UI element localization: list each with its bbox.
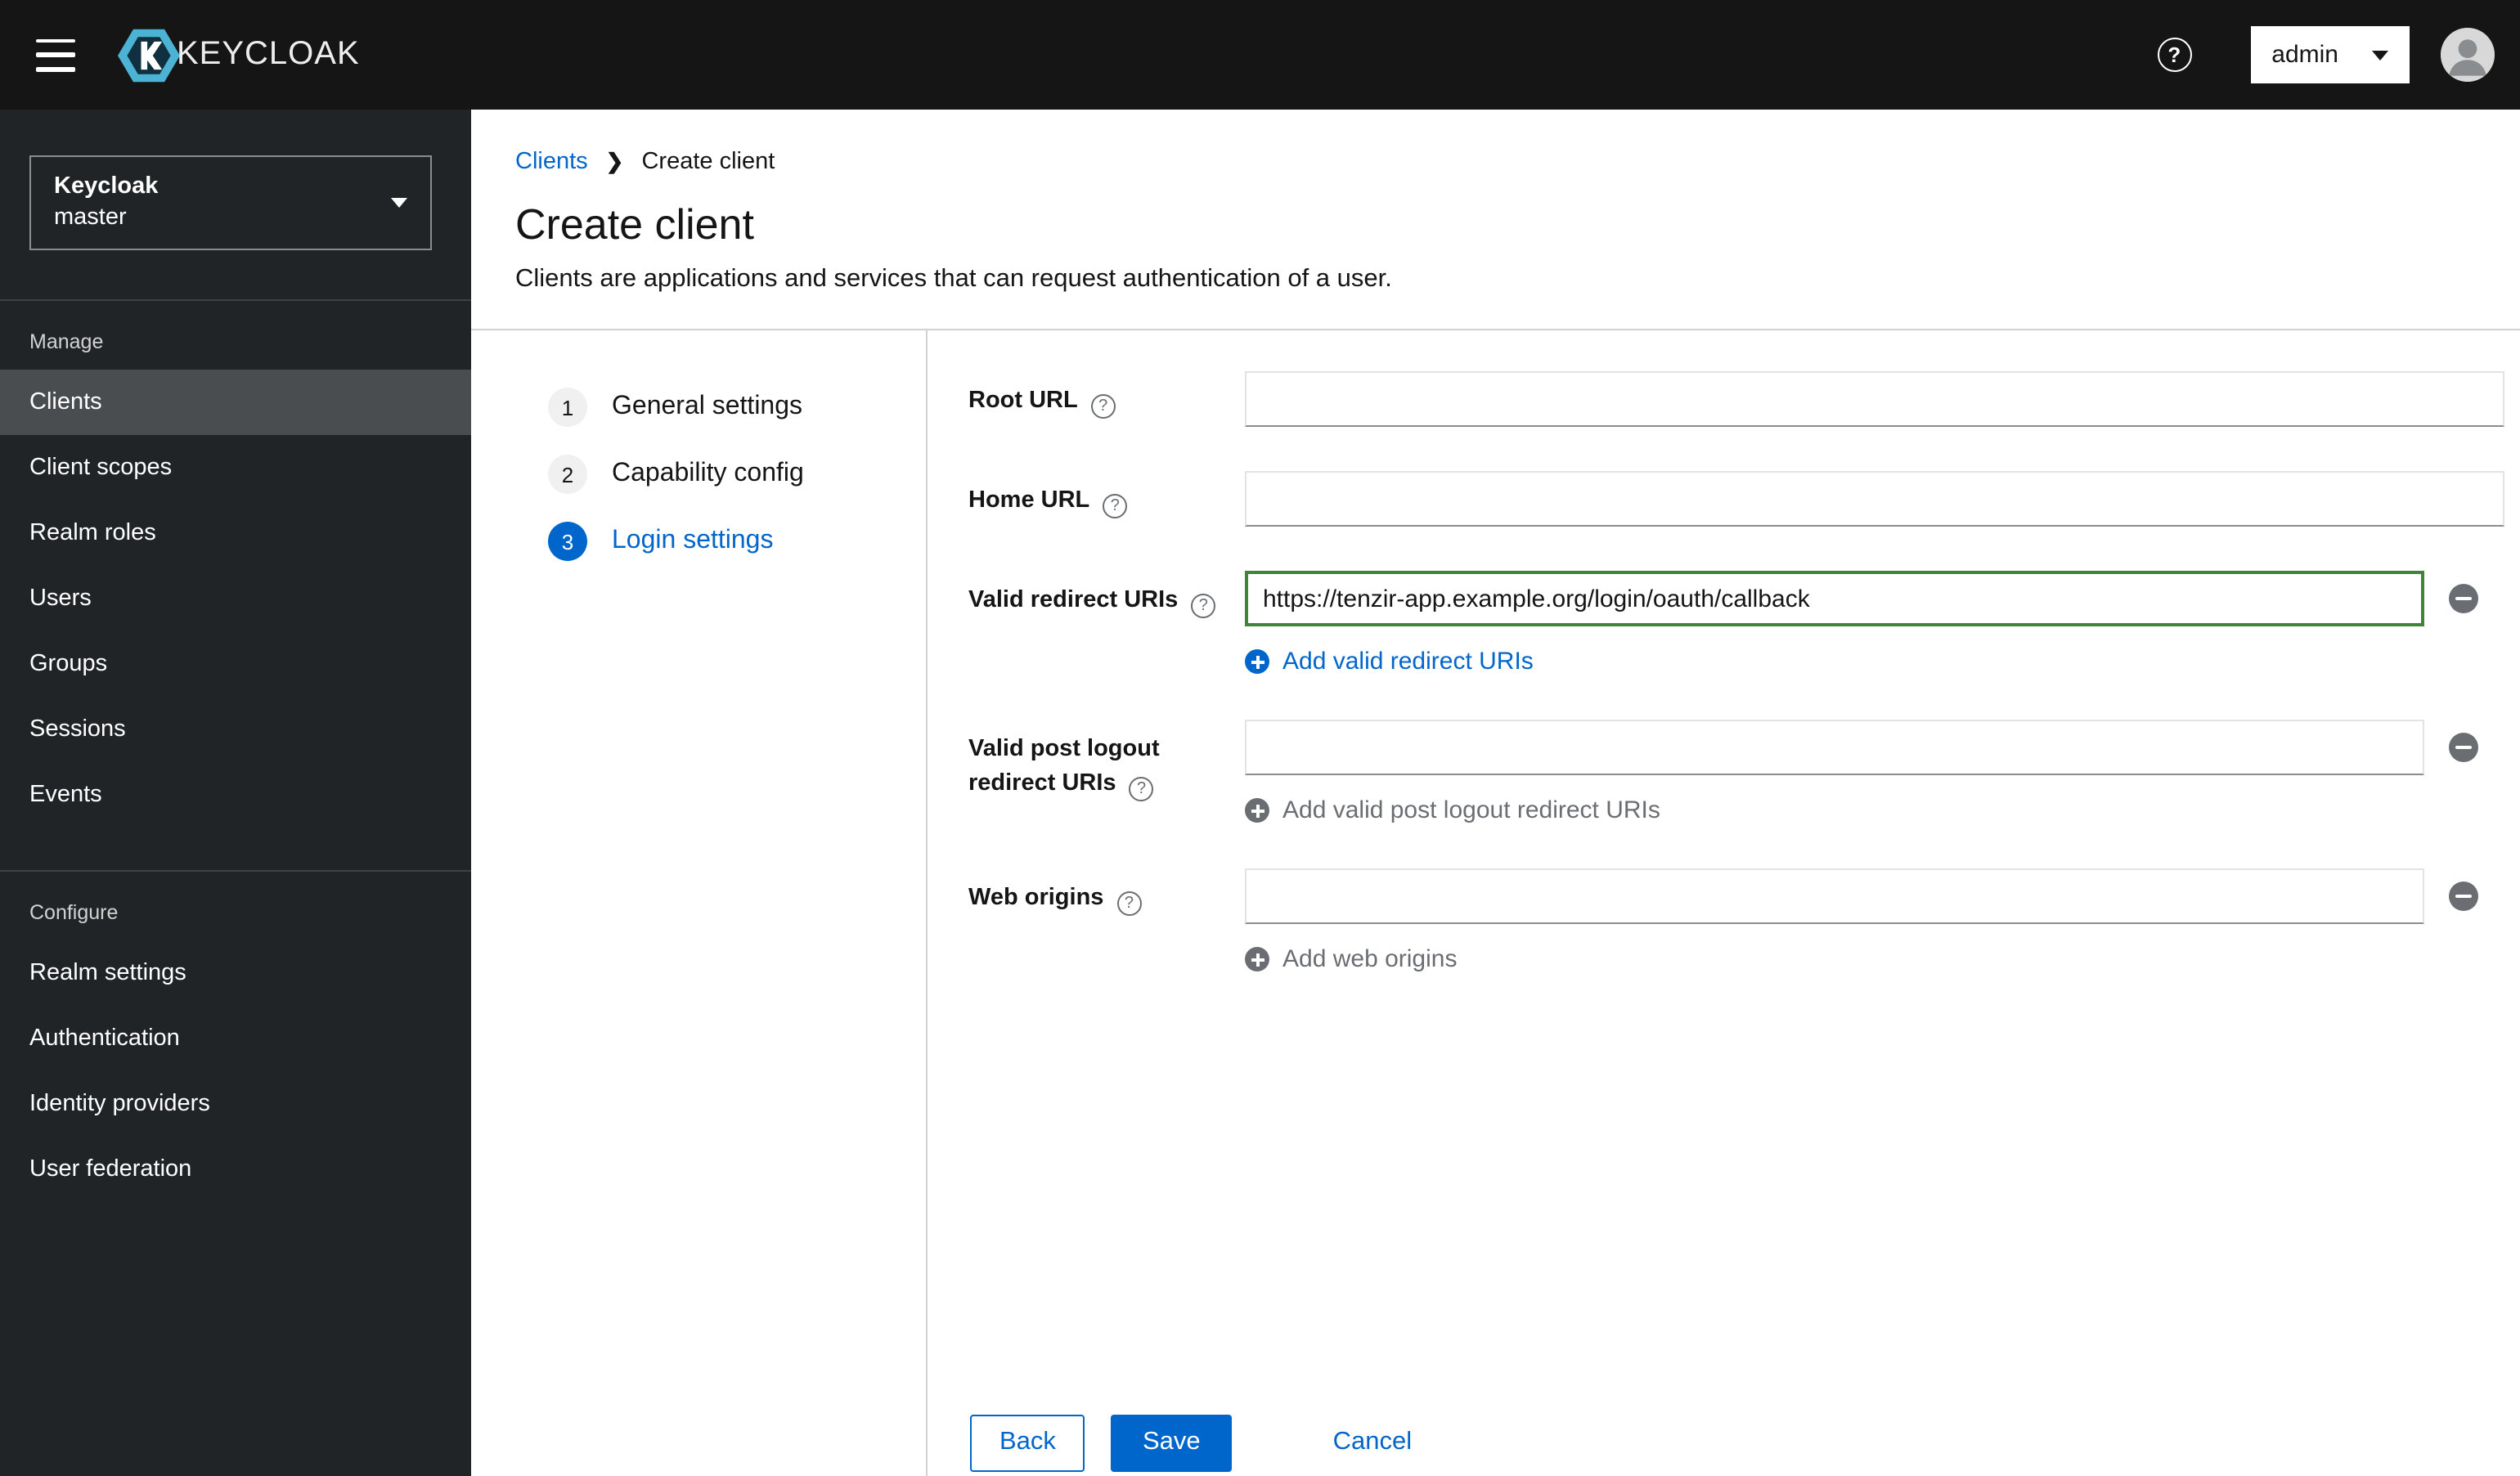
sidebar-item-events[interactable]: Events: [0, 762, 471, 828]
hamburger-menu-icon[interactable]: [36, 38, 75, 71]
help-icon[interactable]: ?: [1129, 777, 1154, 801]
form-row-root-url: Root URL?: [968, 371, 2507, 427]
sidebar-item-realm-settings[interactable]: Realm settings: [0, 940, 471, 1006]
realm-selector-title: Keycloak: [54, 173, 159, 200]
step-label: General settings: [612, 393, 803, 420]
masthead-toolbar: ? admin: [2157, 26, 2494, 83]
realm-selector[interactable]: Keycloak master: [29, 155, 432, 250]
help-icon[interactable]: ?: [1103, 494, 1128, 518]
sidebar-item-client-scopes[interactable]: Client scopes: [0, 435, 471, 500]
step-number-badge: 3: [548, 522, 587, 561]
form-row-home-url: Home URL?: [968, 471, 2507, 527]
main-content: Clients ❯ Create client Create client Cl…: [471, 110, 2520, 1476]
sidebar-item-authentication[interactable]: Authentication: [0, 1006, 471, 1071]
keycloak-logo: KEYCLOAK: [118, 27, 360, 83]
home-url-input[interactable]: [1245, 471, 2504, 527]
add-web-origin-button[interactable]: Add web origins: [1245, 945, 1457, 973]
remove-post-logout-uri-button[interactable]: [2449, 733, 2478, 762]
sidebar-heading-manage: Manage: [29, 330, 104, 353]
form-row-valid-redirect-uris: Valid redirect URIs? Add valid redirect …: [968, 571, 2507, 675]
step-number-badge: 2: [548, 455, 587, 494]
page-title: Create client: [515, 200, 754, 249]
chevron-right-icon: ❯: [605, 149, 624, 173]
sidebar-item-sessions[interactable]: Sessions: [0, 697, 471, 762]
root-url-label: Root URL?: [968, 388, 1116, 419]
sidebar-item-groups[interactable]: Groups: [0, 631, 471, 697]
form-row-web-origins: Web origins? Add web origins: [968, 868, 2507, 973]
remove-redirect-uri-button[interactable]: [2449, 584, 2478, 613]
step-label: Login settings: [612, 527, 774, 554]
page-description: Clients are applications and services th…: [515, 265, 1392, 293]
wizard-step-capability-config[interactable]: 2 Capability config: [548, 455, 804, 494]
user-menu-label: admin: [2271, 41, 2338, 69]
wizard-step-general-settings[interactable]: 1 General settings: [548, 388, 802, 427]
sidebar-section-manage: Manage Clients Client scopes Realm roles…: [0, 299, 471, 828]
keycloak-logo-icon: [118, 27, 180, 83]
sidebar-section-configure: Configure Realm settings Authentication …: [0, 870, 471, 1202]
add-valid-redirect-uri-button[interactable]: Add valid redirect URIs: [1245, 648, 1534, 675]
save-button[interactable]: Save: [1111, 1414, 1232, 1471]
breadcrumb-current: Create client: [641, 149, 775, 175]
sidebar-item-realm-roles[interactable]: Realm roles: [0, 500, 471, 566]
sidebar: Keycloak master Manage Clients Client sc…: [0, 110, 471, 1476]
sidebar-item-users[interactable]: Users: [0, 566, 471, 631]
post-logout-redirect-uri-input[interactable]: [1245, 720, 2424, 775]
help-icon[interactable]: ?: [2157, 38, 2192, 72]
valid-redirect-uri-input[interactable]: [1245, 571, 2424, 626]
plus-circle-icon: [1245, 649, 1269, 674]
plus-circle-icon: [1245, 798, 1269, 823]
wizard-content: 1 General settings 2 Capability config 3…: [471, 330, 2520, 1476]
web-origins-label: Web origins?: [968, 885, 1142, 916]
help-icon[interactable]: ?: [1191, 594, 1216, 618]
step-number-badge: 1: [548, 388, 587, 427]
web-origins-input[interactable]: [1245, 868, 2424, 924]
chevron-down-icon: [391, 198, 407, 208]
valid-redirect-uris-label: Valid redirect URIs?: [968, 587, 1216, 618]
root-url-input[interactable]: [1245, 371, 2504, 427]
breadcrumb-clients-link[interactable]: Clients: [515, 149, 588, 175]
remove-web-origin-button[interactable]: [2449, 882, 2478, 911]
breadcrumb: Clients ❯ Create client: [515, 149, 2481, 175]
plus-circle-icon: [1245, 947, 1269, 971]
keycloak-admin-console: KEYCLOAK ? admin Keycloak master Manage …: [0, 0, 2520, 1476]
step-label: Capability config: [612, 460, 804, 487]
user-menu-dropdown[interactable]: admin: [2250, 26, 2409, 83]
cancel-button[interactable]: Cancel: [1333, 1414, 1413, 1471]
sidebar-heading-configure: Configure: [29, 901, 119, 924]
masthead: KEYCLOAK ? admin: [0, 0, 2520, 110]
sidebar-item-identity-providers[interactable]: Identity providers: [0, 1071, 471, 1137]
wizard-nav: 1 General settings 2 Capability config 3…: [471, 330, 928, 1476]
sidebar-item-user-federation[interactable]: User federation: [0, 1137, 471, 1202]
wizard-step-login-settings[interactable]: 3 Login settings: [548, 522, 773, 561]
realm-selector-current: master: [54, 204, 127, 231]
help-icon[interactable]: ?: [1090, 394, 1116, 419]
post-logout-redirect-uris-label: Valid post logout redirect URIs?: [968, 736, 1160, 801]
wizard-footer: Back Save Cancel: [970, 1414, 1412, 1471]
sidebar-item-clients[interactable]: Clients: [0, 370, 471, 435]
page-header: Clients ❯ Create client Create client Cl…: [471, 110, 2520, 330]
help-icon[interactable]: ?: [1116, 891, 1142, 916]
avatar[interactable]: [2440, 28, 2494, 82]
chevron-down-icon: [2371, 50, 2387, 60]
home-url-label: Home URL?: [968, 487, 1128, 518]
login-settings-form: Root URL? Home URL? Valid redirect URIs …: [928, 330, 2520, 1476]
add-post-logout-uri-button[interactable]: Add valid post logout redirect URIs: [1245, 796, 1660, 824]
brand-text: KEYCLOAK: [177, 36, 360, 72]
back-button[interactable]: Back: [970, 1414, 1085, 1471]
form-row-post-logout-redirect-uris: Valid post logout redirect URIs? Add vali…: [968, 720, 2507, 824]
